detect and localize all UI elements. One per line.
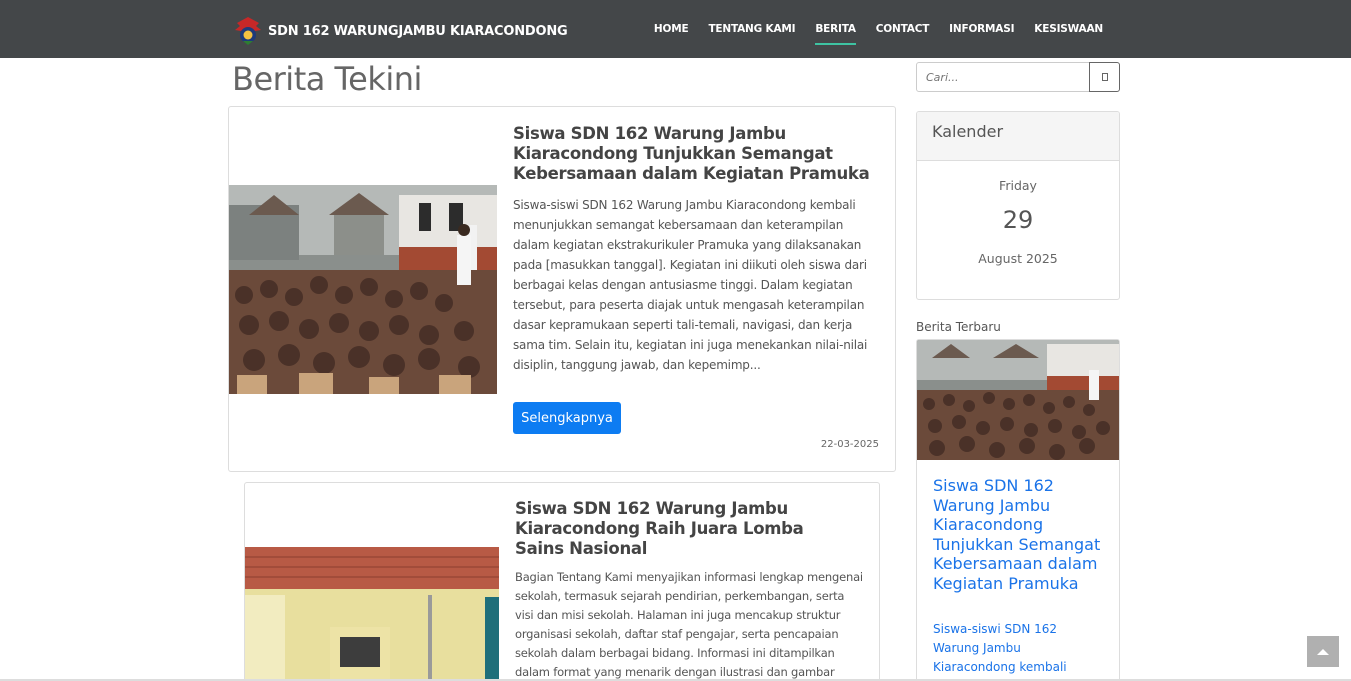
brand-name: SDN 162 WARUNGJAMBU KIARACONDONG [268, 23, 568, 39]
calendar-month-year: August 2025 [978, 251, 1058, 266]
search-button[interactable] [1089, 62, 1120, 92]
calendar-date: 29 [1002, 206, 1034, 234]
back-to-top-button[interactable] [1307, 636, 1339, 667]
article-date: 22-03-2025 [820, 439, 879, 450]
brand[interactable]: SDN 162 WARUNGJAMBU KIARACONDONG [232, 15, 568, 47]
main-nav: HOME TENTANG KAMI BERITA CONTACT INFORMA… [644, 0, 1113, 58]
article-photo-scouts[interactable] [229, 185, 497, 394]
recent-news-title[interactable]: Siswa SDN 162 Warung Jambu Kiaracondong … [933, 476, 1111, 593]
nav-contact[interactable]: CONTACT [866, 0, 939, 58]
calendar-heading: Kalender [917, 112, 1119, 161]
nav-berita[interactable]: BERITA [805, 0, 865, 58]
school-logo-icon [232, 15, 264, 47]
news-card: Siswa SDN 162 Warung Jambu Kiaracondong … [244, 482, 880, 681]
article-excerpt: Siswa-siswi SDN 162 Warung Jambu Kiaraco… [513, 198, 868, 372]
article-title[interactable]: Siswa SDN 162 Warung Jambu Kiaracondong … [513, 124, 873, 184]
article-title[interactable]: Siswa SDN 162 Warung Jambu Kiaracondong … [515, 499, 855, 559]
recent-news-photo[interactable] [917, 340, 1119, 460]
page-title: Berita Tekini [232, 60, 422, 98]
recent-news-card: Siswa SDN 162 Warung Jambu Kiaracondong … [916, 339, 1120, 681]
nav-informasi[interactable]: INFORMASI [939, 0, 1024, 58]
chevron-up-icon [1317, 648, 1329, 655]
news-card: Siswa SDN 162 Warung Jambu Kiaracondong … [228, 106, 896, 472]
calendar-day: Friday [999, 178, 1037, 193]
calendar-widget: Kalender Friday 29 August 2025 [916, 111, 1120, 300]
nav-home[interactable]: HOME [644, 0, 699, 58]
read-more-button[interactable]: Selengkapnya [513, 402, 621, 434]
nav-tentang-kami[interactable]: TENTANG KAMI [698, 0, 805, 58]
top-navbar: SDN 162 WARUNGJAMBU KIARACONDONG HOME TE… [0, 0, 1351, 58]
article-excerpt: Bagian Tentang Kami menyajikan informasi… [515, 570, 863, 679]
recent-news-excerpt[interactable]: Siswa-siswi SDN 162 Warung Jambu Kiaraco… [933, 620, 1083, 677]
article-photo-school-building[interactable] [245, 547, 499, 681]
recent-news-label: Berita Terbaru [916, 320, 1001, 334]
nav-kesiswaan[interactable]: KESISWAAN [1024, 0, 1113, 58]
search-input[interactable] [916, 62, 1090, 92]
search-icon [1101, 73, 1108, 81]
